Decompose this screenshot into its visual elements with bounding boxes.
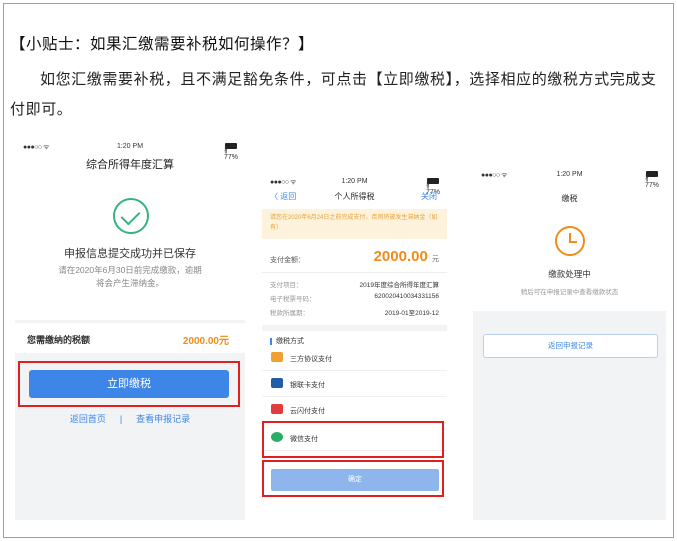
page-title: 个人所得税 <box>334 192 375 201</box>
clock-icon <box>555 226 585 256</box>
method-quickpass[interactable]: 云闪付支付 <box>262 397 447 423</box>
tax-due-label: 您需缴纳的税额 <box>27 335 91 345</box>
success-panel: ●●●○○ ᯤ 1:20 PM ∦ 77% 综合所得年度汇算 申报信息提交成功并… <box>15 140 245 320</box>
battery-indicator: ∦ 77% <box>224 143 238 161</box>
status-time: 1:20 PM <box>556 171 583 178</box>
pay-now-button[interactable]: 立即缴税 <box>29 370 229 398</box>
link-separator: | <box>119 414 123 424</box>
nav-bar: 〈 返回 个人所得税 关闭 <box>262 191 447 207</box>
amount-value: 2000.00 元 <box>373 248 439 265</box>
battery-indicator: ∦ 77% <box>426 178 440 196</box>
tripartite-agreement-icon <box>271 352 283 362</box>
tax-due-amount: 2000.00元 <box>182 336 229 347</box>
amount-unit: 元 <box>432 256 439 263</box>
quickpass-icon <box>271 404 283 414</box>
payment-method-header: 缴税方式 <box>262 325 447 345</box>
success-title: 申报信息提交成功并已保存 <box>64 248 196 260</box>
tip-body: 如您汇缴需要补税，且不满足豁免条件，可点击【立即缴税】，选择相应的缴税方式完成支… <box>10 70 657 118</box>
info-row-period: 税款所属期： 2019-01至2019-12 <box>270 310 439 317</box>
highlight-box <box>262 421 444 458</box>
info-row-item: 支付项目： 2019年度综合所得年度汇算 <box>270 282 439 289</box>
amount-row: 支付金额： 2000.00 元 <box>262 243 447 273</box>
phone-screen-processing: ●●●○○ ᯤ 1:20 PM ∦ 77% 缴税 缴款处理中 稍后可在申报记录中… <box>473 168 666 520</box>
highlight-box <box>262 460 444 497</box>
check-circle-icon <box>113 198 149 234</box>
payment-notice: 请您在2020年6月24日之前完成支付，否则将被发生滞纳金（如有） <box>262 209 447 239</box>
status-bar: ●●●○○ ᯤ 1:20 PM ∦ 77% <box>15 140 245 161</box>
page-title: 缴税 <box>561 194 578 203</box>
info-row-ticket: 电子税票号码： 620020410034331156 <box>270 293 439 303</box>
amount-label: 支付金额： <box>270 257 305 264</box>
footer-links: 返回首页 | 查看申报记录 <box>15 412 245 425</box>
success-subtitle: 请在2020年6月30日前完成缴款，逾期将会产生滞纳金。 <box>58 265 202 288</box>
status-time: 1:20 PM <box>116 143 144 150</box>
phone-screen-submit-success: ●●●○○ ᯤ 1:20 PM ∦ 77% 综合所得年度汇算 申报信息提交成功并… <box>15 140 245 520</box>
processing-panel: ●●●○○ ᯤ 1:20 PM ∦ 77% 缴税 缴款处理中 稍后可在申报记录中… <box>473 168 666 311</box>
view-records-link[interactable]: 查看申报记录 <box>136 414 190 424</box>
method-tripartite[interactable]: 三方协议支付 <box>262 345 447 371</box>
status-time: 1:20 PM <box>341 178 368 185</box>
status-bar: ●●●○○ ᯤ 1:20 PM ∦ 77% <box>262 175 447 196</box>
page-title: 综合所得年度汇算 <box>86 159 174 171</box>
processing-status: 缴款处理中 <box>548 269 591 279</box>
back-home-link[interactable]: 返回首页 <box>70 414 106 424</box>
phone-screen-payment: ●●●○○ ᯤ 1:20 PM ∦ 77% 〈 返回 个人所得税 关闭 请您在2… <box>262 175 447 520</box>
status-bar: ●●●○○ ᯤ 1:20 PM ∦ 77% <box>473 168 666 189</box>
tip-title: 【小贴士：如果汇缴需要补税如何操作？】 <box>10 35 315 53</box>
battery-indicator: ∦ 77% <box>645 171 659 189</box>
back-to-records-button[interactable]: 返回申报记录 <box>483 334 658 358</box>
tax-due-row: 您需缴纳的税额 2000.00元 <box>15 323 245 353</box>
method-unionpay[interactable]: 银联卡支付 <box>262 371 447 397</box>
close-button[interactable]: 关闭 <box>421 191 437 202</box>
unionpay-icon <box>271 378 283 388</box>
processing-subtitle: 稍后可在申报记录中查看缴款状态 <box>520 289 619 296</box>
